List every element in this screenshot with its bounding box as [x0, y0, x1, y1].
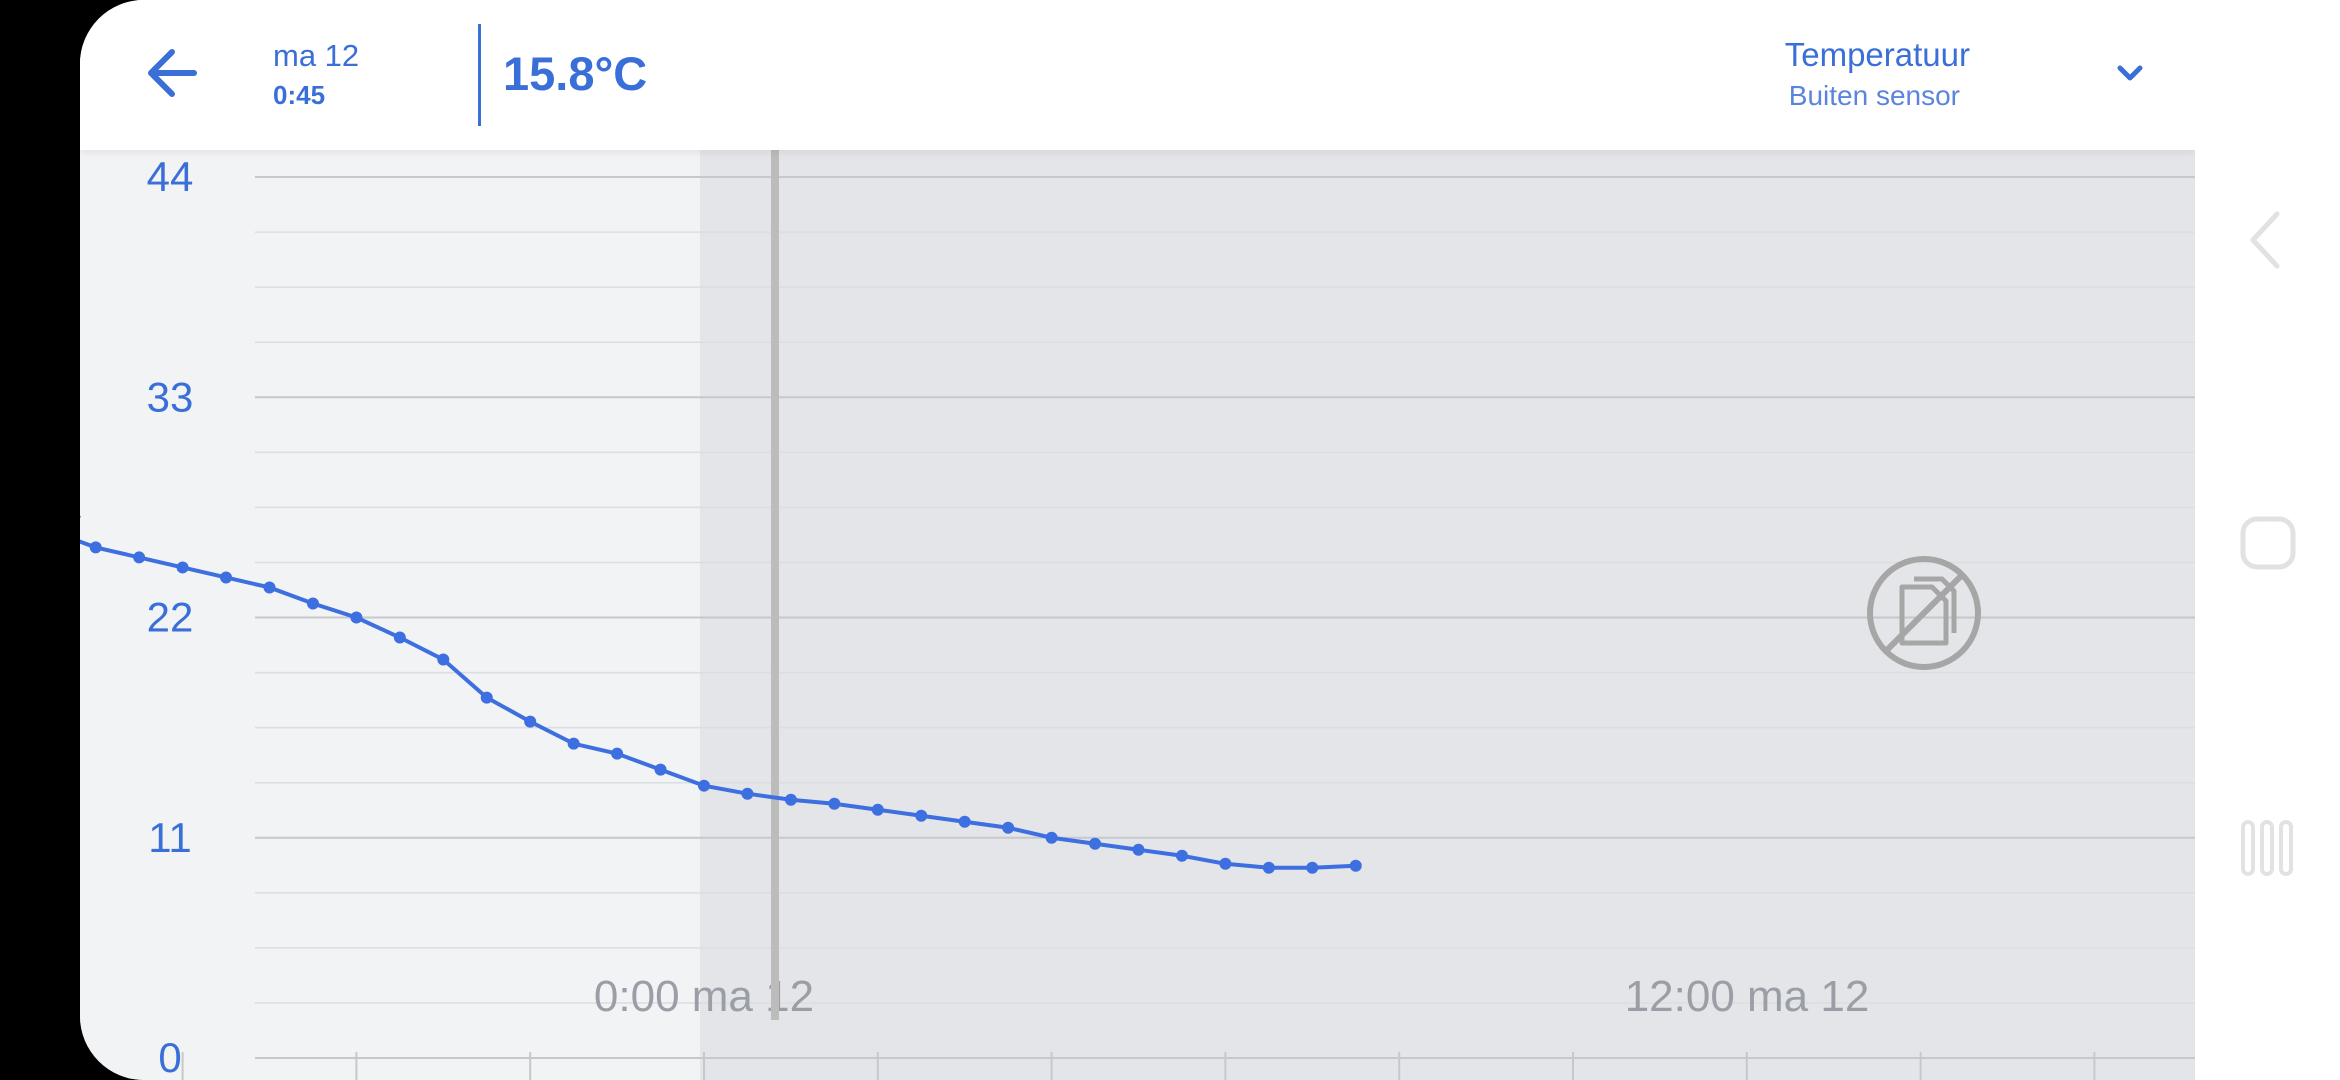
- sensor-subtitle: Buiten sensor: [1788, 80, 1960, 111]
- data-point: [480, 691, 493, 704]
- future-region: [700, 150, 2195, 1080]
- data-point: [220, 571, 233, 584]
- data-point: [1349, 859, 1362, 872]
- y-tick-label: 44: [147, 153, 194, 200]
- y-tick-label: 11: [148, 814, 192, 861]
- data-point: [698, 779, 710, 792]
- header-bar: ma 12 0:45 15.8°C Temperatuur Buiten sen…: [80, 0, 2195, 150]
- back-button[interactable]: [140, 38, 220, 108]
- data-point: [350, 611, 363, 624]
- data-point: [263, 581, 276, 594]
- nav-home-icon: [2240, 516, 2296, 570]
- data-point: [611, 747, 624, 760]
- y-tick-label: 33: [147, 373, 194, 420]
- data-point: [1262, 861, 1275, 874]
- data-point: [176, 561, 189, 574]
- current-temperature: 15.8°C: [503, 47, 648, 100]
- data-point: [828, 797, 841, 810]
- x-label-midnight: 0:00 ma 12: [594, 972, 814, 1021]
- nav-recents-button[interactable]: [2235, 808, 2300, 888]
- data-point: [741, 787, 754, 800]
- header-divider: [478, 24, 481, 126]
- sensor-selector[interactable]: Temperatuur Buiten sensor: [1780, 26, 2180, 126]
- data-point: [784, 793, 797, 806]
- sensor-title: Temperatuur: [1784, 36, 1970, 73]
- data-point: [306, 597, 319, 610]
- data-point: [1045, 831, 1058, 844]
- data-point: [133, 551, 146, 564]
- data-point: [1089, 837, 1102, 850]
- nav-back-button[interactable]: [2235, 200, 2300, 280]
- data-point: [958, 815, 971, 828]
- data-point: [393, 631, 406, 644]
- y-tick-label: 0: [158, 1034, 181, 1080]
- arrow-left-icon: [148, 49, 197, 97]
- nav-recents-icon: [2241, 820, 2293, 876]
- data-point: [1175, 849, 1188, 862]
- data-point: [567, 737, 580, 750]
- x-label-noon: 12:00 ma 12: [1625, 972, 1870, 1021]
- time-label: 0:45: [273, 80, 326, 110]
- data-point: [1219, 857, 1232, 870]
- nav-home-button[interactable]: [2235, 503, 2300, 583]
- temperature-chart[interactable]: 0 11 22 33 44 0:00 ma 12 12:00 ma 12: [80, 0, 2195, 1080]
- data-point: [1132, 843, 1145, 856]
- data-point: [524, 715, 537, 728]
- data-point: [1306, 861, 1319, 874]
- date-label: ma 12: [273, 38, 360, 73]
- data-point: [915, 809, 928, 822]
- data-point: [871, 803, 884, 816]
- data-point: [89, 541, 102, 554]
- nav-back-icon: [2250, 211, 2280, 269]
- data-point: [1002, 821, 1015, 834]
- data-point: [437, 653, 450, 666]
- system-nav-bar: [2195, 0, 2340, 1080]
- chevron-down-icon: [2117, 65, 2143, 81]
- app-screen: 0 11 22 33 44 0:00 ma 12 12:00 ma 12 ma 12 0…: [80, 0, 2195, 1080]
- data-point: [654, 763, 667, 776]
- y-tick-label: 22: [147, 594, 194, 641]
